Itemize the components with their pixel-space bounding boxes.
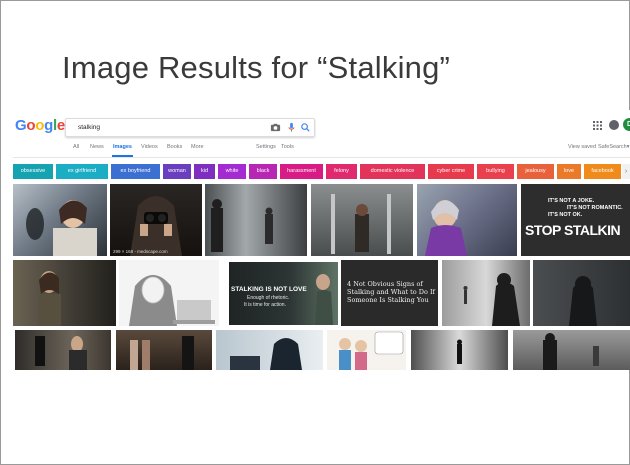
result-image-2[interactable]: 299 × 168 - medscape.com xyxy=(110,184,202,256)
tab-news[interactable]: News xyxy=(90,144,104,150)
followed-at-night-illustration xyxy=(130,336,194,370)
tools-link[interactable]: Tools xyxy=(281,144,294,150)
result-image-14[interactable] xyxy=(116,330,212,370)
result-image-7[interactable] xyxy=(13,260,116,326)
result-image-16[interactable] xyxy=(327,330,406,370)
result-image-17[interactable] xyxy=(411,330,508,370)
result-image-5[interactable] xyxy=(417,184,517,256)
apps-grid-icon[interactable] xyxy=(593,121,602,130)
related-chip-cyber-crime[interactable]: cyber crime xyxy=(428,164,474,179)
search-icon[interactable] xyxy=(300,122,311,133)
google-header: Google stalking D xyxy=(13,110,630,140)
poster-headline: STOP STALKIN xyxy=(525,222,621,238)
hooded-man-binoculars-illustration xyxy=(130,196,182,256)
poster-line-3: IT'S NOT OK. xyxy=(548,212,583,218)
result-image-3[interactable] xyxy=(205,184,307,256)
related-chip-ex-girlfriend[interactable]: ex girlfriend xyxy=(56,164,108,179)
result-image-18[interactable] xyxy=(513,330,630,370)
signs-line-1: 4 Not Obvious Signs of xyxy=(347,280,423,288)
chevron-right-icon[interactable]: › xyxy=(622,164,630,179)
related-chip-domestic-violence[interactable]: domestic violence xyxy=(360,164,425,179)
tab-videos[interactable]: Videos xyxy=(141,144,158,150)
tab-all[interactable]: All xyxy=(73,144,79,150)
tab-images[interactable]: Images xyxy=(113,144,132,150)
result-image-15[interactable] xyxy=(216,330,323,370)
logo-letter: G xyxy=(15,117,27,134)
related-chip-obsessive[interactable]: obsessive xyxy=(13,164,53,179)
logo-letter: o xyxy=(26,117,36,134)
figure-in-tunnel-illustration xyxy=(457,339,462,364)
logo-letter: o xyxy=(35,117,45,134)
masked-hacker-laptop-illustration xyxy=(129,275,215,326)
related-chip-ex-boyfriend[interactable]: ex boyfriend xyxy=(111,164,160,179)
comic-couple-illustration xyxy=(339,331,404,370)
search-tabs: All News Images Videos Books More Settin… xyxy=(13,142,630,154)
woman-in-stairwell-illustration xyxy=(35,336,87,370)
search-box[interactable] xyxy=(65,118,315,137)
google-logo[interactable]: Google xyxy=(15,117,65,134)
safesearch-link[interactable]: SafeSearch▾ xyxy=(598,144,630,150)
result-image-9[interactable]: STALKING IS NOT LOVE Enough of rhetoric.… xyxy=(229,262,338,325)
tab-books[interactable]: Books xyxy=(167,144,182,150)
woman-phone-illustration xyxy=(315,274,333,325)
poster-line-2: IT'S NOT ROMANTIC. xyxy=(567,205,623,211)
tunnel-figures-illustration xyxy=(211,199,273,252)
hooded-man-laptop-illustration xyxy=(230,338,302,370)
result-image-11[interactable] xyxy=(442,260,530,326)
view-saved-link[interactable]: View saved xyxy=(568,144,596,150)
man-following-woman-street-illustration xyxy=(543,333,599,370)
related-chip-bullying[interactable]: bullying xyxy=(477,164,514,179)
signs-line-3: Someone Is Stalking You xyxy=(347,296,429,304)
man-at-window-illustration xyxy=(463,273,520,326)
poster-line-1: IT'S NOT A JOKE. xyxy=(548,198,595,204)
avatar[interactable]: D xyxy=(623,118,630,131)
related-chip-love[interactable]: love xyxy=(557,164,581,179)
result-image-10[interactable]: 4 Not Obvious Signs of Stalking and What… xyxy=(341,260,438,326)
slide-title: Image Results for “Stalking” xyxy=(62,50,451,85)
camera-icon[interactable] xyxy=(270,122,281,133)
love-poster-title: STALKING IS NOT LOVE xyxy=(231,286,307,293)
related-search-chips: obsessive ex girlfriend ex boyfriend woman k… xyxy=(13,164,630,179)
related-chip-white[interactable]: white xyxy=(218,164,246,179)
related-chip-facebook[interactable]: facebook xyxy=(584,164,621,179)
google-images-screenshot: Google stalking D All News Images Videos… xyxy=(13,110,630,370)
search-input[interactable] xyxy=(78,121,248,134)
related-chip-harassment[interactable]: harassment xyxy=(280,164,323,179)
logo-letter: e xyxy=(56,117,65,134)
woman-looking-back-illustration xyxy=(26,200,97,256)
logo-letter: g xyxy=(44,117,53,134)
related-chip-felony[interactable]: felony xyxy=(326,164,357,179)
tab-more[interactable]: More xyxy=(191,144,204,150)
woman-looking-over-shoulder-illustration xyxy=(39,271,61,326)
love-poster-sub2: It is time for action. xyxy=(244,302,286,308)
result-image-1[interactable] xyxy=(13,184,107,256)
result-image-4[interactable] xyxy=(311,184,413,256)
related-chip-kid[interactable]: kid xyxy=(194,164,215,179)
related-chip-woman[interactable]: woman xyxy=(163,164,191,179)
divider xyxy=(13,157,630,158)
woman-purple-coat-illustration xyxy=(425,200,467,256)
settings-icon[interactable] xyxy=(609,120,619,130)
result-image-12[interactable] xyxy=(533,260,630,326)
related-chip-black[interactable]: black xyxy=(249,164,277,179)
settings-link[interactable]: Settings xyxy=(256,144,276,150)
result-image-13[interactable] xyxy=(15,330,111,370)
microphone-icon[interactable] xyxy=(286,122,297,133)
related-chip-jealousy[interactable]: jealousy xyxy=(517,164,554,179)
woman-in-corridor-illustration xyxy=(331,194,391,254)
result-image-6[interactable]: IT'S NOT A JOKE. IT'S NOT ROMANTIC. IT'S… xyxy=(521,184,630,256)
image-size-label: 299 × 168 - medscape.com xyxy=(113,249,168,254)
result-image-8[interactable] xyxy=(119,260,219,326)
love-poster-sub1: Enough of rhetoric. xyxy=(247,295,290,301)
hooded-figure-underpass-illustration xyxy=(569,276,597,326)
signs-line-2: Stalking and What to Do If xyxy=(347,288,435,296)
